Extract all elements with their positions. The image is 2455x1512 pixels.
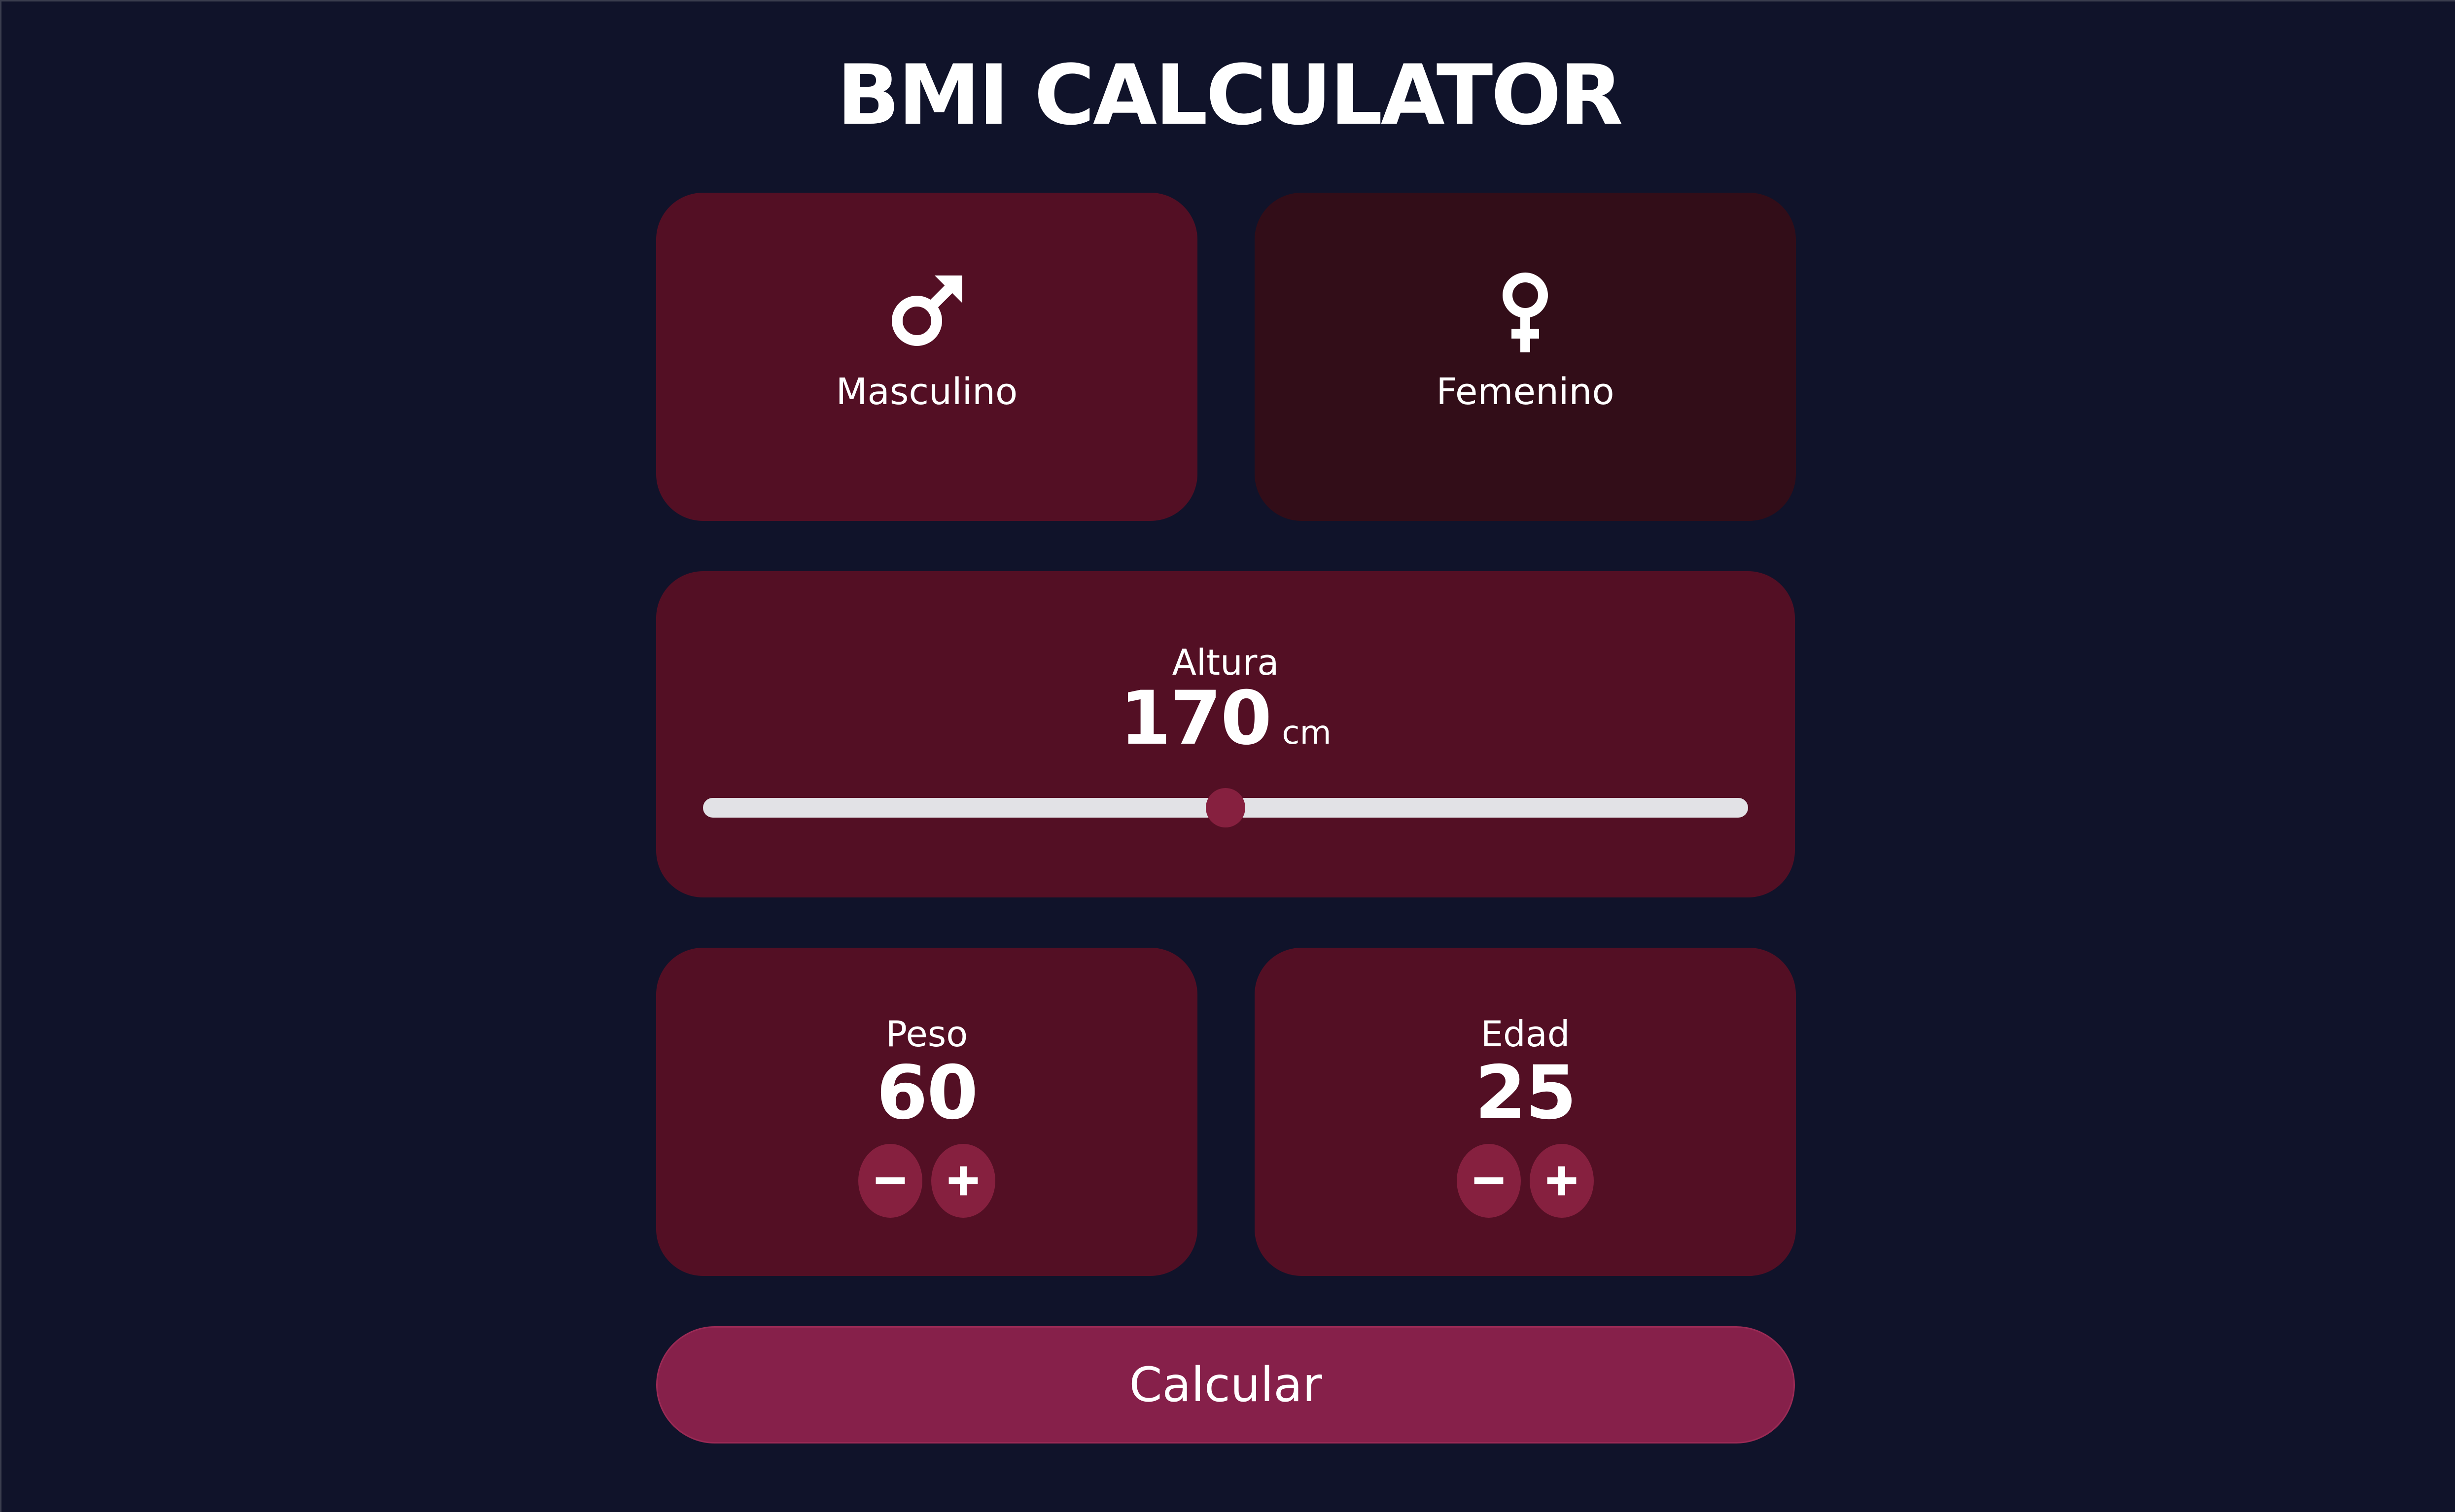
age-increment-button[interactable] (1530, 1144, 1594, 1218)
minus-icon (876, 1177, 905, 1184)
page-title: BMI CALCULATOR (837, 47, 1623, 143)
height-card: Altura 170 cm (656, 571, 1795, 897)
weight-decrement-button[interactable] (858, 1144, 922, 1218)
height-slider[interactable] (703, 788, 1748, 827)
age-label: Edad (1480, 1013, 1570, 1055)
weight-card: Peso 60 (656, 948, 1197, 1276)
gender-card-female[interactable]: Femenino (1255, 193, 1796, 521)
gender-label-male: Masculino (836, 371, 1018, 413)
age-value: 25 (1474, 1050, 1577, 1136)
weight-increment-button[interactable] (931, 1144, 995, 1218)
male-symbol-icon (892, 275, 962, 346)
minus-icon (1474, 1177, 1504, 1184)
height-value: 170 (1120, 676, 1272, 761)
age-decrement-button[interactable] (1457, 1144, 1521, 1218)
plus-icon (948, 1166, 978, 1196)
gender-card-male[interactable]: Masculino (656, 193, 1197, 521)
calculate-button[interactable]: Calcular (656, 1326, 1795, 1443)
weight-label: Peso (885, 1013, 968, 1055)
plus-icon (1547, 1166, 1577, 1196)
app-window: BMI CALCULATOR Masculino Femenino Altura… (0, 0, 2455, 1512)
height-unit: cm (1282, 714, 1332, 752)
height-slider-thumb[interactable] (1206, 788, 1245, 827)
female-symbol-icon (1503, 273, 1548, 352)
gender-label-female: Femenino (1436, 371, 1614, 413)
age-card: Edad 25 (1255, 948, 1796, 1276)
weight-value: 60 (876, 1050, 979, 1136)
